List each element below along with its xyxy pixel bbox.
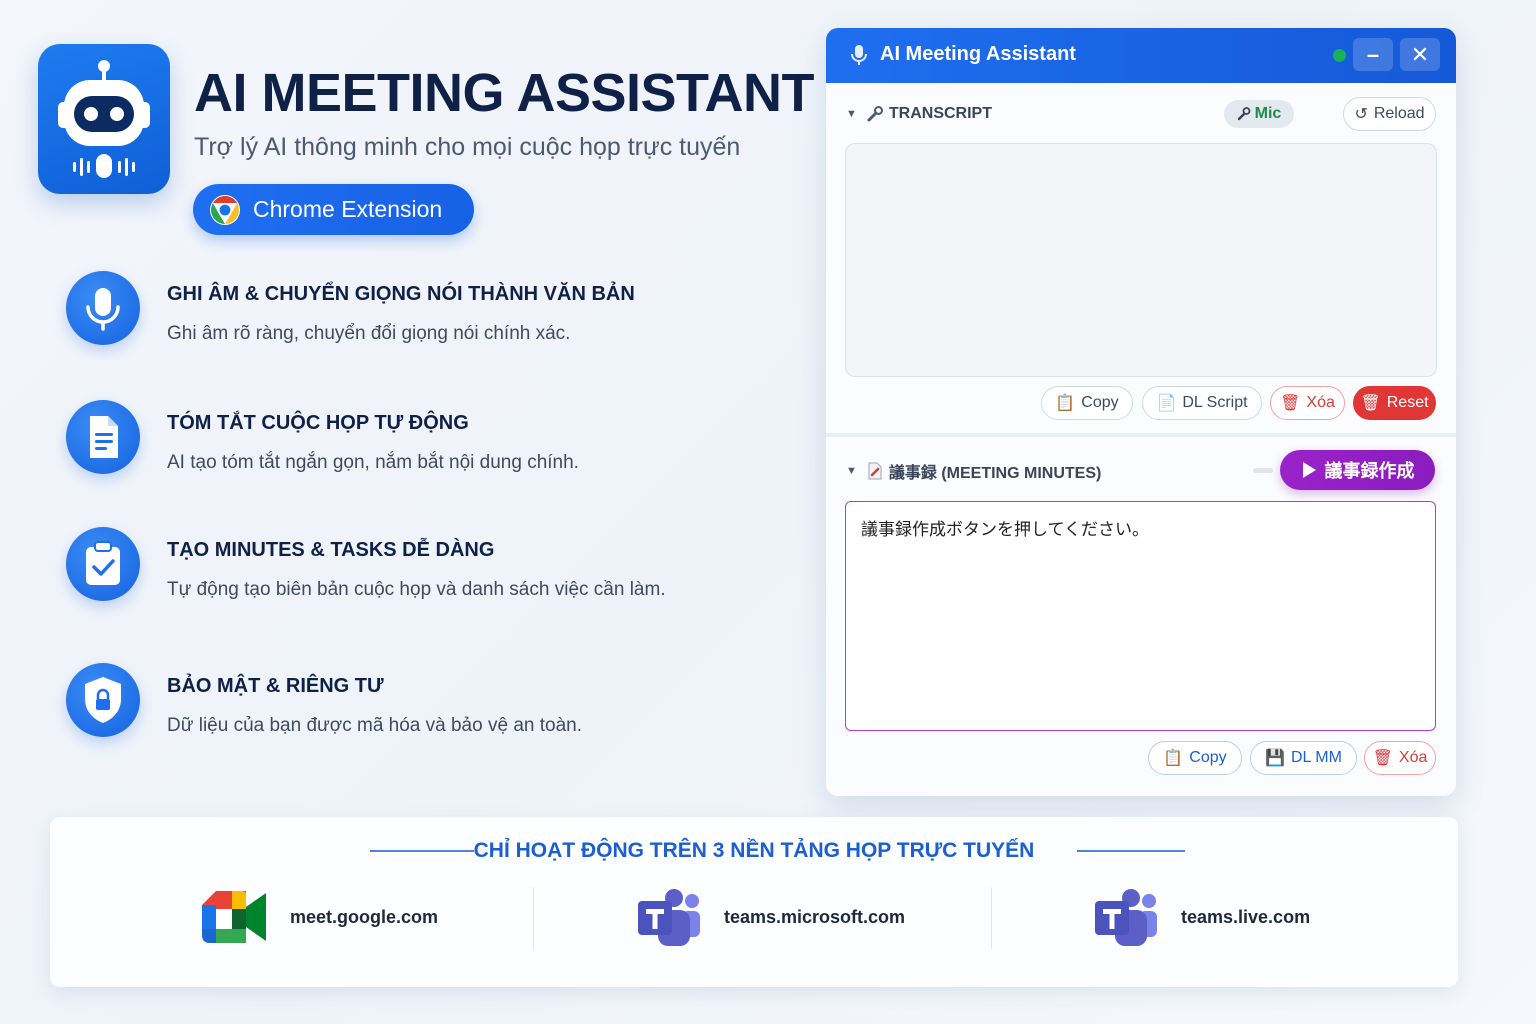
- reset-label: Reset: [1386, 394, 1429, 411]
- extension-title: AI Meeting Assistant: [880, 43, 1076, 65]
- page-subtitle: Trợ lý AI thông minh cho mọi cuộc họp tr…: [194, 133, 741, 161]
- mic-toggle[interactable]: Mic: [1224, 100, 1294, 128]
- clipboard-check-icon: [66, 527, 140, 601]
- microphone-icon: [851, 45, 867, 65]
- floppy-disk-icon: 💾: [1265, 750, 1285, 767]
- divider: [533, 887, 534, 949]
- play-icon: [1302, 462, 1316, 478]
- reload-label: Reload: [1373, 105, 1425, 122]
- feature-item: GHI ÂM & CHUYỂN GIỌNG NÓI THÀNH VĂN BẢN …: [66, 271, 766, 361]
- minutes-textarea[interactable]: 議事録作成ボタンを押してください。: [845, 501, 1436, 731]
- caret-down-icon[interactable]: ▼: [846, 465, 857, 477]
- extension-titlebar[interactable]: AI Meeting Assistant – ✕: [826, 28, 1456, 83]
- feature-title: TÓM TẮT CUỘC HỌP TỰ ĐỘNG: [167, 412, 469, 434]
- microsoft-teams-icon: [638, 889, 700, 946]
- platforms-panel: CHỈ HOẠT ĐỘNG TRÊN 3 NỀN TẢNG HỌP TRỰC T…: [50, 817, 1458, 987]
- trash-icon: 🗑: [1360, 395, 1381, 412]
- download-minutes-button[interactable]: 💾 DL MM: [1250, 741, 1357, 775]
- status-indicator: [1333, 49, 1346, 62]
- clipboard-icon: 📋: [1163, 750, 1184, 767]
- minutes-title: 議事録 (MEETING MINUTES): [888, 465, 1102, 482]
- feature-title: GHI ÂM & CHUYỂN GIỌNG NÓI THÀNH VĂN BẢN: [167, 283, 635, 305]
- platform-name: teams.live.com: [1181, 906, 1311, 927]
- shield-lock-icon: [66, 663, 140, 737]
- file-icon: 📄: [1156, 395, 1177, 412]
- microphone-icon: [66, 271, 140, 345]
- feature-item: TẠO MINUTES & TASKS DỄ DÀNG Tự động tạo …: [66, 527, 766, 617]
- trash-icon: 🗑: [1372, 750, 1393, 767]
- document-icon: [66, 400, 140, 474]
- platforms-heading: CHỈ HOẠT ĐỘNG TRÊN 3 NỀN TẢNG HỌP TRỰC T…: [473, 839, 1035, 862]
- section-divider: [826, 433, 1456, 437]
- clipboard-icon: 📋: [1055, 395, 1076, 412]
- transcript-title: TRANSCRIPT: [888, 105, 992, 122]
- microsoft-teams-icon: [1095, 889, 1157, 946]
- reload-icon: ↺: [1354, 106, 1368, 123]
- delete-minutes-button[interactable]: 🗑 Xóa: [1364, 741, 1436, 775]
- chrome-icon: [210, 194, 240, 225]
- copy-transcript-button[interactable]: 📋 Copy: [1041, 386, 1133, 420]
- reload-button[interactable]: ↺ Reload: [1343, 97, 1436, 131]
- delete-label: Xóa: [1306, 394, 1335, 411]
- wrench-icon: [1237, 107, 1251, 121]
- document-edit-icon: [868, 462, 882, 480]
- delete-transcript-button[interactable]: 🗑 Xóa: [1270, 386, 1345, 420]
- download-script-button[interactable]: 📄 DL Script: [1142, 386, 1262, 420]
- extension-window: AI Meeting Assistant – ✕ ▼ TRANSCRIPT Mi…: [826, 28, 1456, 796]
- feature-description: Dữ liệu của bạn được mã hóa và bảo vệ an…: [167, 715, 582, 736]
- platform-name: teams.microsoft.com: [724, 906, 906, 927]
- feature-item: BẢO MẬT & RIÊNG TƯ Dữ liệu của bạn được …: [66, 663, 766, 753]
- transcript-section-header[interactable]: ▼ TRANSCRIPT: [846, 99, 992, 129]
- minutes-section-header[interactable]: ▼ 議事録 (MEETING MINUTES): [846, 456, 1101, 486]
- app-logo: [38, 44, 170, 194]
- feature-item: TÓM TẮT CUỘC HỌP TỰ ĐỘNG AI tạo tóm tắt …: [66, 400, 766, 490]
- transcript-textarea[interactable]: [845, 143, 1437, 377]
- download-script-label: DL Script: [1182, 394, 1248, 411]
- trash-icon: 🗑: [1280, 395, 1301, 412]
- collapse-handle[interactable]: [1253, 468, 1273, 473]
- generate-minutes-label: 議事録作成: [1324, 461, 1415, 481]
- chrome-extension-badge[interactable]: Chrome Extension: [193, 184, 474, 235]
- platform-item: meet.google.com: [202, 887, 438, 947]
- close-button[interactable]: ✕: [1400, 38, 1440, 71]
- divider: [991, 887, 992, 949]
- delete-label: Xóa: [1398, 749, 1428, 766]
- feature-description: Tự động tạo biên bản cuộc họp và danh sá…: [167, 579, 666, 600]
- feature-title: BẢO MẬT & RIÊNG TƯ: [167, 675, 384, 697]
- copy-label: Copy: [1189, 749, 1227, 766]
- mic-label: Mic: [1254, 105, 1282, 122]
- chrome-extension-label: Chrome Extension: [253, 196, 443, 222]
- reset-button[interactable]: 🗑 Reset: [1353, 386, 1436, 420]
- feature-description: Ghi âm rõ ràng, chuyển đổi giọng nói chí…: [167, 323, 571, 344]
- caret-down-icon[interactable]: ▼: [846, 108, 857, 120]
- page-title: AI MEETING ASSISTANT: [194, 63, 815, 123]
- feature-title: TẠO MINUTES & TASKS DỄ DÀNG: [167, 539, 495, 561]
- generate-minutes-button[interactable]: 議事録作成: [1280, 450, 1435, 490]
- feature-description: AI tạo tóm tắt ngắn gọn, nắm bắt nội dun…: [167, 452, 579, 473]
- robot-icon: [58, 60, 150, 178]
- google-meet-icon: [202, 891, 266, 943]
- download-minutes-label: DL MM: [1290, 749, 1342, 766]
- copy-label: Copy: [1081, 394, 1119, 411]
- minimize-button[interactable]: –: [1353, 38, 1393, 71]
- platform-item: teams.live.com: [1093, 887, 1310, 947]
- platform-name: meet.google.com: [290, 906, 439, 927]
- wrench-icon: [867, 106, 883, 122]
- copy-minutes-button[interactable]: 📋 Copy: [1148, 741, 1242, 775]
- platform-item: teams.microsoft.com: [636, 887, 905, 947]
